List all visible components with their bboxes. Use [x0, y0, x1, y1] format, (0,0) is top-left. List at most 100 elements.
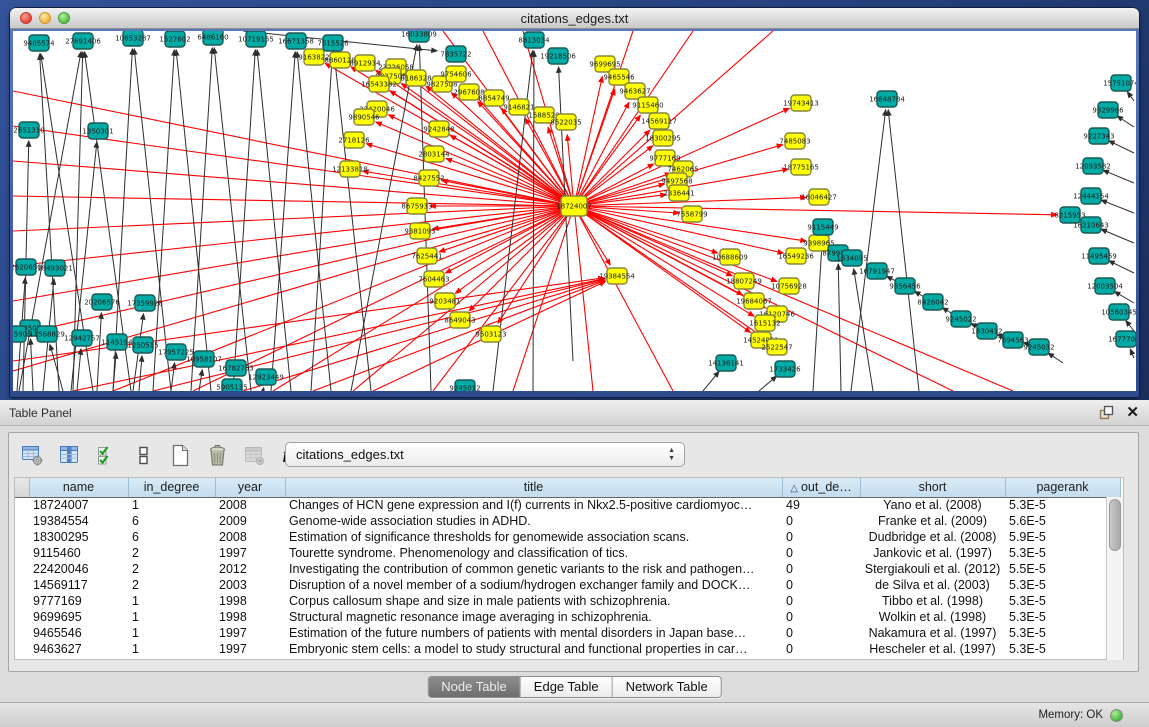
graph-node[interactable]: 12133818: [332, 161, 368, 177]
table-row[interactable]: 1830029562008Estimation of significance …: [15, 529, 1120, 545]
column-header[interactable]: short: [860, 478, 1005, 497]
table-cell[interactable]: 2009: [215, 513, 285, 529]
graph-node[interactable]: 16549236: [778, 248, 814, 264]
graph-node[interactable]: 16777060: [1108, 331, 1136, 347]
table-cell[interactable]: 1: [128, 593, 215, 609]
table-cell[interactable]: Tibbo et al. (1998): [860, 593, 1005, 609]
table-cell[interactable]: 2008: [215, 497, 285, 513]
table-cell[interactable]: 1997: [215, 641, 285, 657]
table-settings-button[interactable]: [19, 442, 45, 468]
table-row[interactable]: 969969511998Structural magnetic resonanc…: [15, 609, 1120, 625]
node-table[interactable]: namein_degreeyeartitle△out_de…shortpager…: [14, 477, 1124, 660]
table-cell[interactable]: de Silva et al. (2003): [860, 577, 1005, 593]
column-header[interactable]: year: [215, 478, 285, 497]
table-cell[interactable]: 5.3E-5: [1005, 577, 1120, 593]
table-row[interactable]: 1938455462009Genome-wide association stu…: [15, 513, 1120, 529]
graph-node[interactable]: 8813034: [518, 32, 550, 48]
new-document-button[interactable]: [167, 442, 193, 468]
network-view-window[interactable]: citations_edges.txt 91638228860128891293…: [10, 8, 1139, 397]
graph-node[interactable]: 27691406: [65, 33, 101, 49]
table-cell[interactable]: Yano et al. (2008): [860, 497, 1005, 513]
table-cell[interactable]: 1: [128, 641, 215, 657]
graph-node[interactable]: 7515526: [317, 35, 349, 51]
float-panel-icon[interactable]: [1099, 405, 1114, 420]
graph-node[interactable]: 16791947: [859, 263, 895, 279]
graph-node[interactable]: 10688609: [712, 249, 748, 265]
table-cell[interactable]: Genome-wide association studies in ADHD.: [285, 513, 782, 529]
table-cell[interactable]: 5.3E-5: [1005, 497, 1120, 513]
table-cell[interactable]: 0: [782, 561, 860, 577]
table-cell[interactable]: Nakamura et al. (1997): [860, 625, 1005, 641]
graph-node[interactable]: 7835722: [440, 46, 471, 62]
network-canvas-area[interactable]: 9163822886012889129342322605898275051654…: [13, 31, 1136, 391]
table-cell[interactable]: 0: [782, 593, 860, 609]
table-cell[interactable]: 1: [128, 625, 215, 641]
graph-node[interactable]: 9245022: [945, 311, 976, 327]
table-cell[interactable]: Hescheler et al. (1997): [860, 641, 1005, 657]
table-cell[interactable]: Jankovic et al. (1997): [860, 545, 1005, 561]
table-cell[interactable]: 5.3E-5: [1005, 593, 1120, 609]
tab-node-table[interactable]: Node Table: [428, 677, 521, 697]
table-cell[interactable]: 1998: [215, 593, 285, 609]
table-cell[interactable]: 0: [782, 529, 860, 545]
graph-node[interactable]: 18724007: [556, 196, 592, 216]
table-cell[interactable]: 5.3E-5: [1005, 625, 1120, 641]
table-cell[interactable]: 2008: [215, 529, 285, 545]
table-cell[interactable]: 2: [128, 545, 215, 561]
table-cell[interactable]: 9115460: [29, 545, 128, 561]
table-cell[interactable]: 22420046: [29, 561, 128, 577]
table-cell[interactable]: 5.5E-5: [1005, 561, 1120, 577]
table-cell[interactable]: Franke et al. (2009): [860, 513, 1005, 529]
table-row[interactable]: 911546021997Tourette syndrome. Phenomeno…: [15, 545, 1120, 561]
table-cell[interactable]: 5.3E-5: [1005, 545, 1120, 561]
graph-node[interactable]: 10560345: [1101, 304, 1136, 320]
table-cell[interactable]: 0: [782, 609, 860, 625]
graph-node[interactable]: 19218506: [540, 48, 576, 64]
import-table-button[interactable]: [241, 442, 267, 468]
graph-node[interactable]: 18300295: [645, 130, 681, 146]
table-cell[interactable]: 18300295: [29, 529, 128, 545]
table-cell[interactable]: Corpus callosum shape and size in male p…: [285, 593, 782, 609]
column-header[interactable]: △out_de…: [782, 478, 860, 497]
tab-network-table[interactable]: Network Table: [613, 677, 721, 697]
network-graph[interactable]: 9163822886012889129342322605898275051654…: [13, 31, 1136, 391]
graph-node[interactable]: 16033809: [401, 31, 437, 42]
graph-node[interactable]: 9405574: [23, 35, 55, 51]
graph-node[interactable]: 8675933: [401, 198, 432, 214]
graph-node[interactable]: 9203481: [429, 293, 460, 309]
table-cell[interactable]: Stergiakouli et al. (2012): [860, 561, 1005, 577]
graph-node[interactable]: 9381093: [404, 223, 435, 239]
close-panel-icon[interactable]: ✕: [1126, 405, 1139, 420]
graph-node[interactable]: 2651310: [13, 122, 44, 138]
column-header[interactable]: title: [285, 478, 782, 497]
graph-node[interactable]: 5905135: [216, 379, 247, 391]
table-cell[interactable]: Tourette syndrome. Phenomenology and cla…: [285, 545, 782, 561]
graph-node[interactable]: 16046427: [801, 189, 837, 205]
graph-node[interactable]: 16648784: [869, 91, 905, 107]
table-cell[interactable]: 9465546: [29, 625, 128, 641]
graph-node[interactable]: 1733426: [769, 361, 801, 377]
table-row[interactable]: 1872400712008Changes of HCN gene express…: [15, 497, 1120, 513]
column-header[interactable]: in_degree: [128, 478, 215, 497]
table-cell[interactable]: 18724007: [29, 497, 128, 513]
graph-node[interactable]: 12942757: [64, 330, 100, 346]
table-cell[interactable]: 6: [128, 513, 215, 529]
table-cell[interactable]: Estimation of significance thresholds fo…: [285, 529, 782, 545]
graph-node[interactable]: 7485083: [779, 133, 810, 149]
table-source-select[interactable]: citations_edges.txt ▲▼: [285, 442, 685, 467]
table-cell[interactable]: 0: [782, 641, 860, 657]
table-header-row[interactable]: namein_degreeyeartitle△out_de…shortpager…: [15, 478, 1120, 497]
table-row[interactable]: 946362711997Embryonic stem cells: a mode…: [15, 641, 1120, 657]
delete-button[interactable]: [204, 442, 230, 468]
table-row[interactable]: 1456911722003Disruption of a novel membe…: [15, 577, 1120, 593]
graph-node[interactable]: 9115449: [807, 219, 838, 235]
rows-button[interactable]: [130, 442, 156, 468]
table-cell[interactable]: Estimation of the future numbers of pati…: [285, 625, 782, 641]
window-titlebar[interactable]: citations_edges.txt: [10, 8, 1139, 29]
graph-node[interactable]: 8426042: [917, 294, 948, 310]
table-body[interactable]: 1872400712008Changes of HCN gene express…: [15, 497, 1120, 657]
table-cell[interactable]: 5.6E-5: [1005, 513, 1120, 529]
table-row[interactable]: 2242004622012Investigating the contribut…: [15, 561, 1120, 577]
table-cell[interactable]: 2012: [215, 561, 285, 577]
graph-node[interactable]: 15751074: [1103, 75, 1136, 91]
